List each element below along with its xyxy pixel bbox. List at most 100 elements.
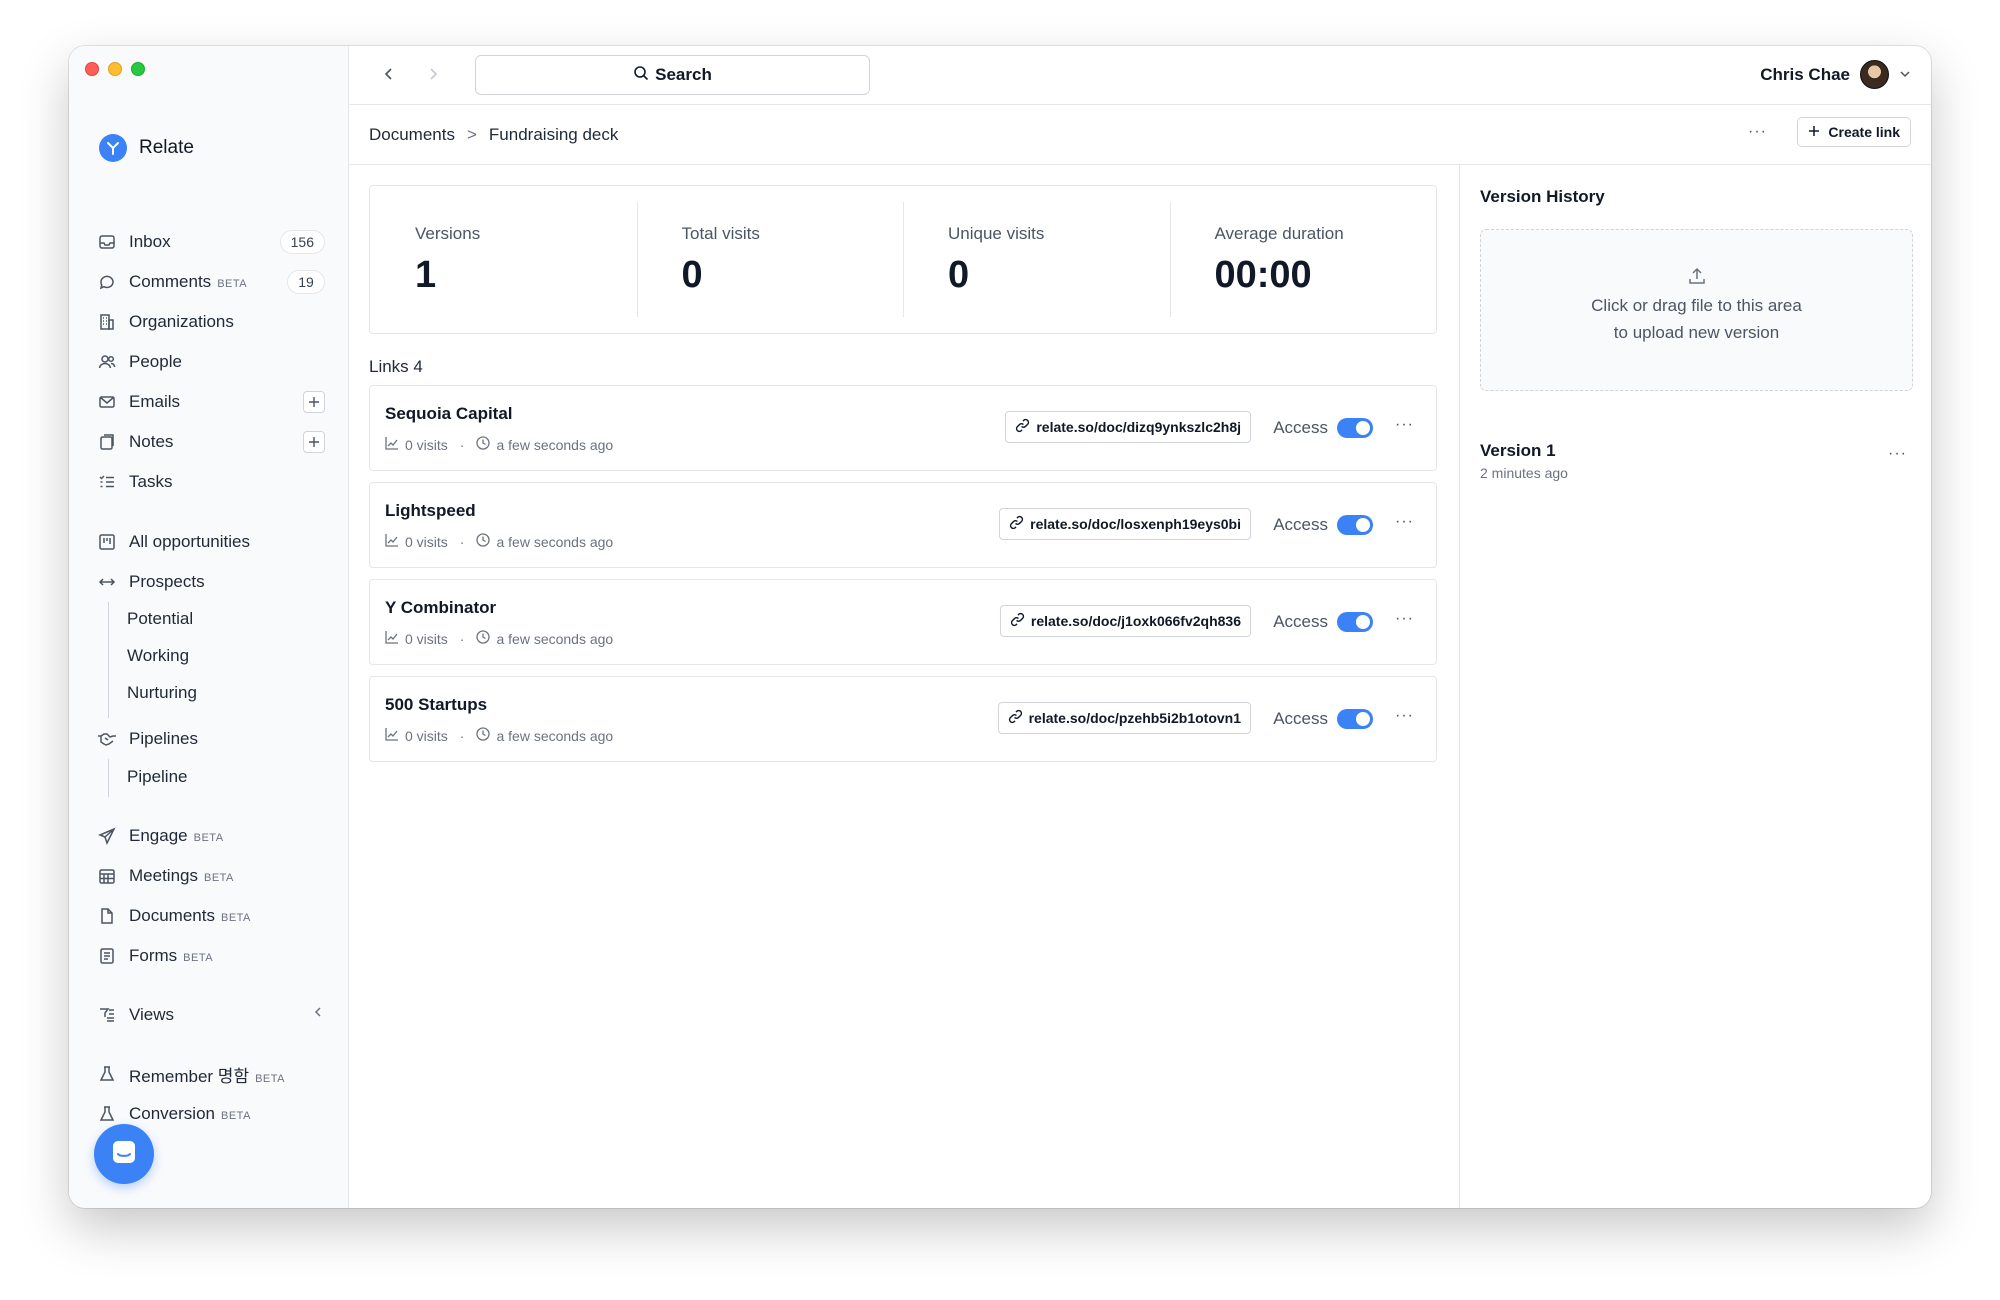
access-label: Access xyxy=(1273,418,1328,437)
forward-arrow-icon[interactable] xyxy=(427,66,439,87)
link-icon xyxy=(1008,709,1023,727)
search-label: Search xyxy=(655,65,712,84)
sidebar-item-label: Inbox xyxy=(129,232,171,251)
user-name: Chris Chae xyxy=(1760,64,1850,84)
link-row[interactable]: Sequoia Capital 0 visits · a few seconds… xyxy=(369,385,1437,471)
sidebar-subitem-working[interactable]: Working xyxy=(127,640,189,672)
link-time: a few seconds ago xyxy=(496,436,614,453)
sidebar-item-emails[interactable]: Emails xyxy=(97,386,325,418)
sidebar-item-prospects[interactable]: Prospects xyxy=(97,566,325,598)
link-url: relate.so/doc/dizq9ynkszlc2h8j xyxy=(1036,419,1241,435)
pipelines-tree-line xyxy=(108,759,109,797)
user-menu[interactable]: Chris Chae xyxy=(1760,60,1911,89)
link-time: a few seconds ago xyxy=(496,533,614,550)
breadcrumb-documents[interactable]: Documents xyxy=(369,125,455,145)
link-icon xyxy=(1010,612,1025,630)
link-name: Sequoia Capital xyxy=(385,404,513,423)
sidebar-item-inbox[interactable]: Inbox 156 xyxy=(97,226,325,258)
add-note-button[interactable] xyxy=(303,431,325,453)
row-more-options-icon[interactable]: ··· xyxy=(1395,610,1414,628)
people-icon xyxy=(97,352,117,372)
sidebar-item-label: Remember 명함 xyxy=(129,1066,250,1086)
version-history-title: Version History xyxy=(1480,187,1605,206)
sidebar-item-forms[interactable]: Forms BETA xyxy=(97,940,325,972)
row-more-options-icon[interactable]: ··· xyxy=(1395,416,1414,434)
sidebar-item-pipelines[interactable]: Pipelines xyxy=(97,723,325,755)
tasks-icon xyxy=(97,472,117,492)
breadcrumb-current: Fundraising deck xyxy=(488,125,619,144)
sidebar-item-notes[interactable]: Notes xyxy=(97,426,325,458)
upload-dropzone[interactable]: Click or drag file to this area to uploa… xyxy=(1480,229,1913,391)
access-toggle[interactable] xyxy=(1337,612,1373,632)
access-label: Access xyxy=(1273,612,1328,631)
stat-label: Versions xyxy=(415,224,481,243)
sidebar-item-people[interactable]: People xyxy=(97,346,325,378)
sidebar-item-remember[interactable]: Remember 명함 BETA xyxy=(97,1058,325,1090)
arrows-horizontal-icon xyxy=(97,572,117,592)
more-options-icon[interactable]: ··· xyxy=(1748,123,1767,141)
sidebar-item-label: Documents xyxy=(129,906,215,925)
access-toggle[interactable] xyxy=(1337,418,1373,438)
sidebar-item-label: Views xyxy=(129,1005,175,1024)
sidebar-subitem-potential[interactable]: Potential xyxy=(127,603,193,635)
comment-icon xyxy=(97,272,117,292)
sidebar-item-engage[interactable]: Engage BETA xyxy=(97,820,325,852)
row-more-options-icon[interactable]: ··· xyxy=(1395,513,1414,531)
version-history-panel: Version History Click or drag file to th… xyxy=(1459,165,1931,1208)
beta-badge: BETA xyxy=(220,912,251,924)
chart-icon xyxy=(385,533,399,550)
access-toggle[interactable] xyxy=(1337,709,1373,729)
add-email-button[interactable] xyxy=(303,391,325,413)
sidebar-item-tasks[interactable]: Tasks xyxy=(97,466,325,498)
sidebar-item-meetings[interactable]: Meetings BETA xyxy=(97,860,325,892)
breadcrumb: Documents > Fundraising deck xyxy=(369,125,618,145)
sidebar-item-organizations[interactable]: Organizations xyxy=(97,306,325,338)
flask-icon xyxy=(97,1064,117,1084)
plus-icon xyxy=(1808,124,1820,140)
link-row[interactable]: 500 Startups 0 visits · a few seconds ag… xyxy=(369,676,1437,762)
search-box[interactable]: Search xyxy=(475,55,870,95)
link-time: a few seconds ago xyxy=(496,630,614,647)
sidebar-item-label: Engage xyxy=(129,826,188,845)
stat-value: 0 xyxy=(681,254,703,296)
brand[interactable]: Relate xyxy=(99,134,194,162)
beta-badge: BETA xyxy=(217,278,248,290)
form-icon xyxy=(97,946,117,966)
stat-label: Average duration xyxy=(1214,224,1344,243)
collapse-views-chevron-icon[interactable] xyxy=(313,1005,323,1021)
row-more-options-icon[interactable]: ··· xyxy=(1395,707,1414,725)
sidebar-subitem-nurturing[interactable]: Nurturing xyxy=(127,677,197,709)
link-row[interactable]: Y Combinator 0 visits · a few seconds ag… xyxy=(369,579,1437,665)
copy-link-button[interactable]: relate.so/doc/pzehb5i2b1otovn1 xyxy=(997,702,1251,734)
version-more-options-icon[interactable]: ··· xyxy=(1888,445,1907,463)
link-visits: 0 visits xyxy=(405,630,448,647)
zoom-window-button[interactable] xyxy=(131,62,145,76)
beta-badge: BETA xyxy=(221,1110,251,1122)
close-window-button[interactable] xyxy=(85,62,99,76)
link-row[interactable]: Lightspeed 0 visits · a few seconds ago … xyxy=(369,482,1437,568)
sidebar-item-views[interactable]: Views xyxy=(97,999,325,1031)
link-icon xyxy=(1009,515,1024,533)
create-link-button[interactable]: Create link xyxy=(1797,117,1911,147)
sidebar-item-label: Emails xyxy=(129,392,181,411)
sidebar-item-comments[interactable]: Comments BETA 19 xyxy=(97,266,325,298)
sidebar-subitem-pipeline[interactable]: Pipeline xyxy=(127,761,188,793)
minimize-window-button[interactable] xyxy=(108,62,122,76)
stat-value: 1 xyxy=(415,254,437,296)
copy-link-button[interactable]: relate.so/doc/j1oxk066fv2qh836 xyxy=(999,605,1251,637)
support-chat-button[interactable] xyxy=(94,1124,154,1184)
access-toggle[interactable] xyxy=(1337,515,1373,535)
copy-link-button[interactable]: relate.so/doc/losxenph19eys0bi xyxy=(999,508,1251,540)
window-controls xyxy=(85,62,145,76)
version-name[interactable]: Version 1 xyxy=(1480,441,1556,461)
version-time: 2 minutes ago xyxy=(1480,465,1568,481)
sidebar-item-all-opportunities[interactable]: All opportunities xyxy=(97,526,325,558)
beta-badge: BETA xyxy=(193,832,224,844)
prospects-tree-line xyxy=(108,602,109,718)
sidebar-item-documents[interactable]: Documents BETA xyxy=(97,900,325,932)
back-arrow-icon[interactable] xyxy=(383,66,395,87)
clock-icon xyxy=(476,436,491,453)
copy-link-button[interactable]: relate.so/doc/dizq9ynkszlc2h8j xyxy=(1005,411,1251,443)
chart-icon xyxy=(385,436,399,453)
link-time: a few seconds ago xyxy=(496,727,614,744)
